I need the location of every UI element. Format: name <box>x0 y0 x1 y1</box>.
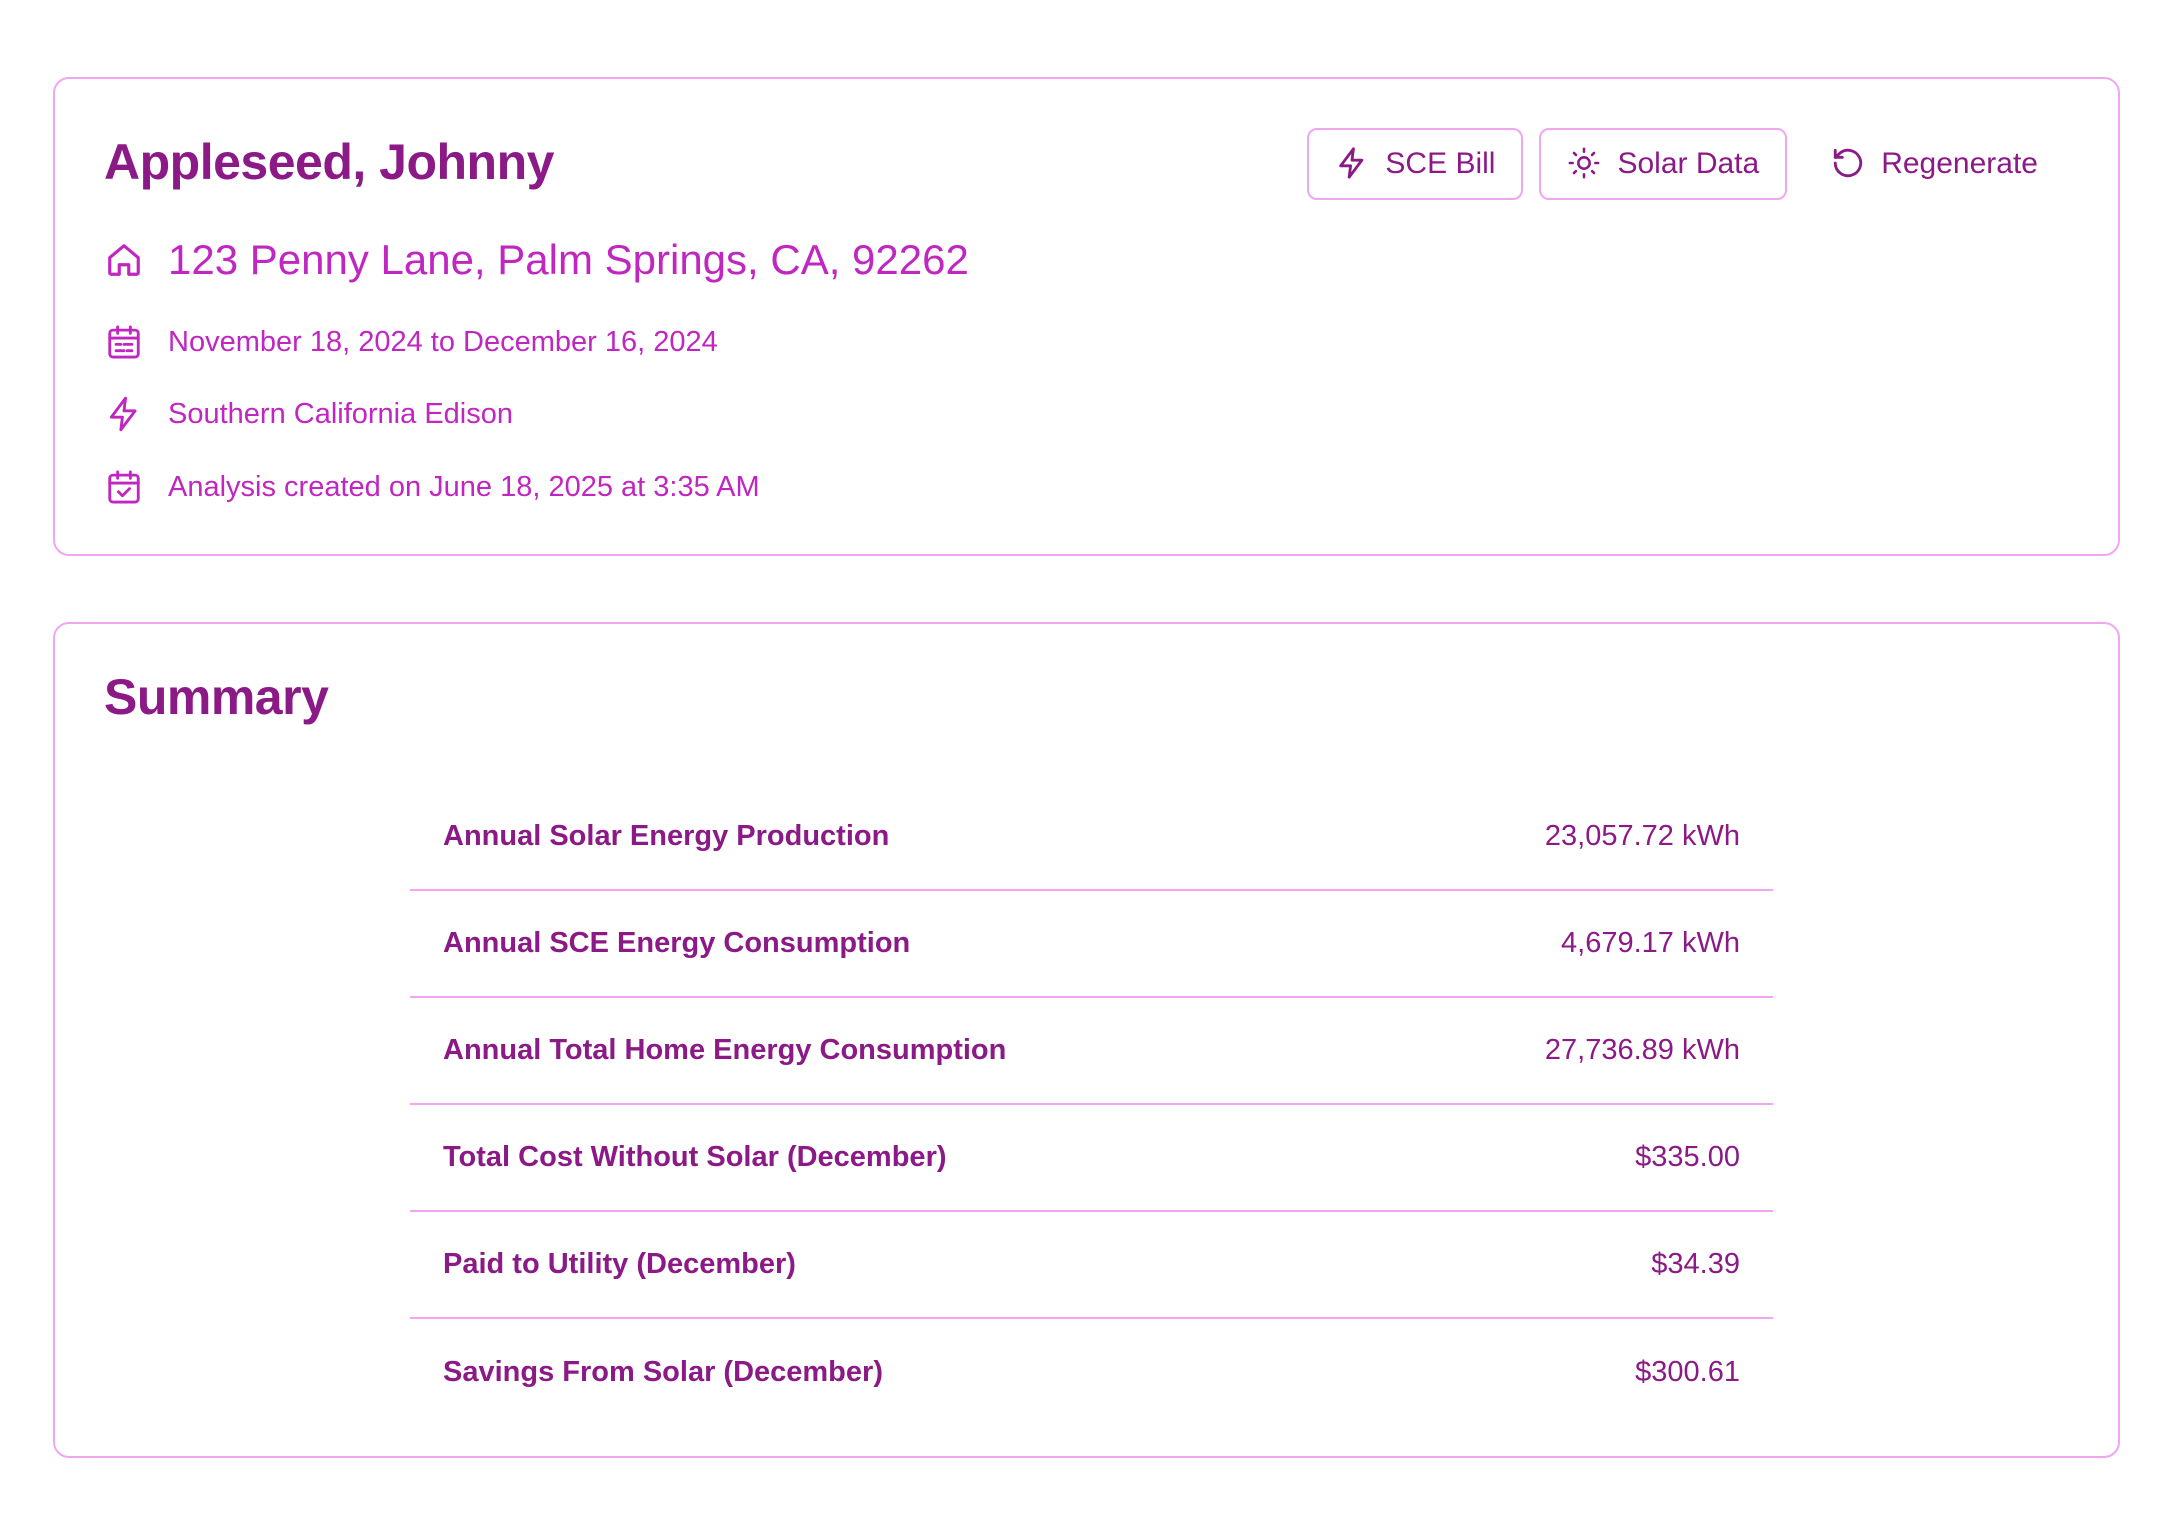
header-actions: SCE Bill Solar Data Regenerate <box>1291 128 2066 200</box>
utility-name: Southern California Edison <box>168 397 513 430</box>
created-row: Analysis created on June 18, 2025 at 3:3… <box>104 467 760 507</box>
refresh-icon <box>1831 146 1867 182</box>
lightning-icon <box>1335 146 1371 182</box>
table-row: Annual Total Home Energy Consumption 27,… <box>410 998 1773 1105</box>
row-label: Paid to Utility (December) <box>443 1248 796 1280</box>
table-row: Annual Solar Energy Production 23,057.72… <box>410 784 1773 891</box>
row-value: $34.39 <box>1651 1248 1740 1280</box>
solar-data-button[interactable]: Solar Data <box>1539 128 1788 200</box>
address-row: 123 Penny Lane, Palm Springs, CA, 92262 <box>104 236 969 284</box>
summary-card: Summary Annual Solar Energy Production 2… <box>53 622 2120 1458</box>
table-row: Annual SCE Energy Consumption 4,679.17 k… <box>410 891 1773 998</box>
sce-bill-button[interactable]: SCE Bill <box>1307 128 1524 200</box>
lightning-icon <box>104 394 144 434</box>
page: Appleseed, Johnny SCE Bill Solar Data Re… <box>0 0 2180 1520</box>
customer-name: Appleseed, Johnny <box>104 134 554 190</box>
calendar-check-icon <box>104 467 144 507</box>
table-row: Savings From Solar (December) $300.61 <box>410 1319 1773 1426</box>
row-value: 4,679.17 kWh <box>1561 927 1740 959</box>
row-value: $300.61 <box>1635 1356 1740 1388</box>
sun-icon <box>1567 146 1603 182</box>
regenerate-label: Regenerate <box>1881 147 2038 180</box>
row-label: Savings From Solar (December) <box>443 1356 883 1388</box>
row-value: $335.00 <box>1635 1141 1740 1173</box>
row-label: Total Cost Without Solar (December) <box>443 1141 947 1173</box>
home-icon <box>104 240 144 280</box>
sce-bill-label: SCE Bill <box>1385 147 1496 180</box>
row-value: 27,736.89 kWh <box>1544 1034 1740 1066</box>
billing-period-row: November 18, 2024 to December 16, 2024 <box>104 322 718 362</box>
analysis-header-card: Appleseed, Johnny SCE Bill Solar Data Re… <box>53 77 2120 556</box>
solar-data-label: Solar Data <box>1617 147 1760 180</box>
summary-title: Summary <box>104 669 329 725</box>
row-label: Annual Total Home Energy Consumption <box>443 1034 1007 1066</box>
billing-period: November 18, 2024 to December 16, 2024 <box>168 325 718 358</box>
utility-row: Southern California Edison <box>104 394 513 434</box>
row-value: 23,057.72 kWh <box>1544 820 1740 852</box>
regenerate-button[interactable]: Regenerate <box>1803 128 2066 200</box>
table-row: Total Cost Without Solar (December) $335… <box>410 1105 1773 1212</box>
row-label: Annual Solar Energy Production <box>443 820 890 852</box>
address: 123 Penny Lane, Palm Springs, CA, 92262 <box>168 236 969 283</box>
row-label: Annual SCE Energy Consumption <box>443 927 911 959</box>
calendar-icon <box>104 322 144 362</box>
analysis-created: Analysis created on June 18, 2025 at 3:3… <box>168 470 760 503</box>
table-row: Paid to Utility (December) $34.39 <box>410 1212 1773 1319</box>
summary-table: Annual Solar Energy Production 23,057.72… <box>410 784 1773 1426</box>
